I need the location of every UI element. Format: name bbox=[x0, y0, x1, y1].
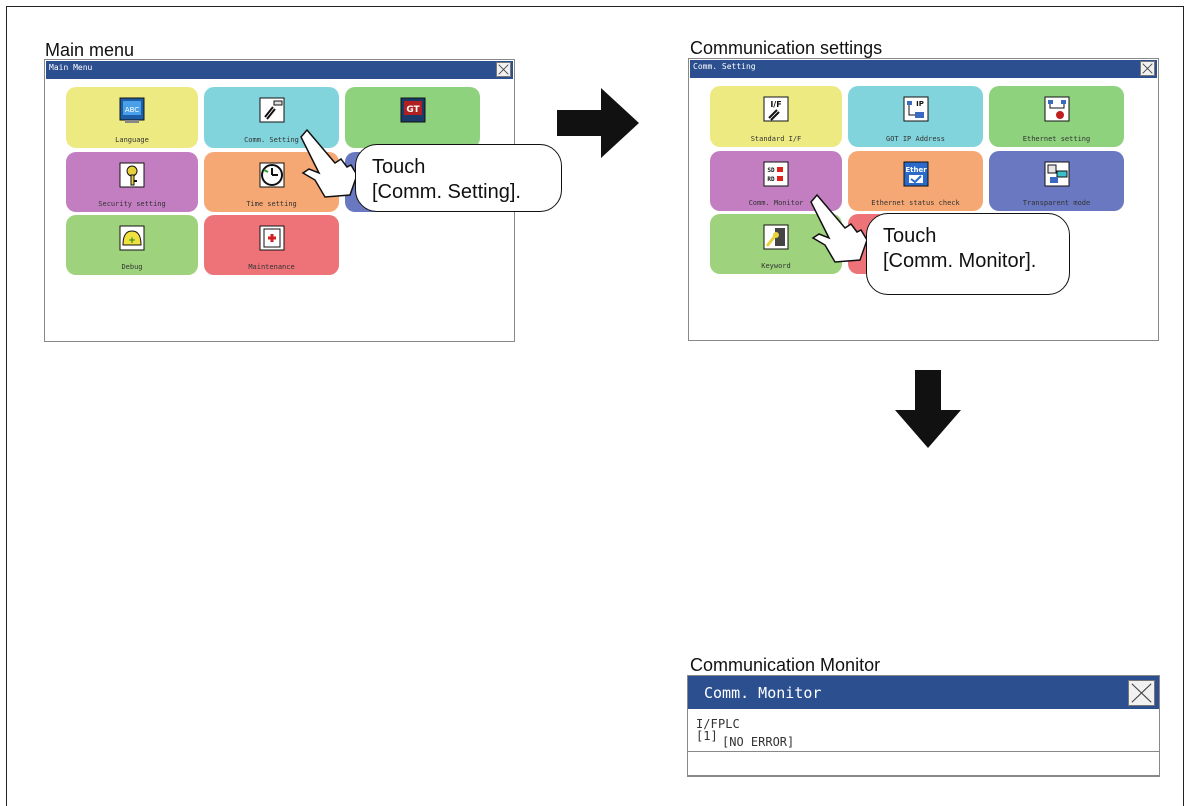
tile-label: Security setting bbox=[98, 200, 166, 208]
callout-line1: Touch bbox=[883, 225, 937, 247]
main-menu-caption: Main menu bbox=[45, 40, 135, 60]
tile-label: Transparent mode bbox=[1022, 199, 1091, 207]
comm-monitor-caption: Communication Monitor bbox=[690, 655, 881, 675]
tile-language[interactable]: ABC Language bbox=[66, 87, 198, 148]
comm-settings-titlebar: Comm. Setting bbox=[690, 60, 1157, 78]
tile-maintenance[interactable]: Maintenance bbox=[204, 215, 339, 275]
callout-comm-monitor: Touch [Comm. Monitor]. bbox=[866, 213, 1070, 295]
ethernet-setting-icon bbox=[1044, 96, 1069, 122]
tile-label: Debug bbox=[121, 263, 143, 271]
close-button[interactable] bbox=[1140, 61, 1155, 76]
main-menu-titlebar: Main Menu bbox=[46, 61, 513, 79]
right-arrow-icon bbox=[557, 88, 639, 158]
comm-settings-caption: Communication settings bbox=[690, 38, 883, 58]
close-icon bbox=[1142, 63, 1153, 74]
down-arrow-icon bbox=[895, 370, 961, 448]
svg-text:I/F: I/F bbox=[770, 100, 781, 109]
clock-icon bbox=[259, 162, 284, 188]
ethernet-icon: Ether bbox=[903, 161, 928, 187]
callout-comm-setting: Touch [Comm. Setting]. bbox=[355, 144, 562, 212]
callout-line2: [Comm. Setting]. bbox=[372, 181, 521, 203]
main-menu-title: Main Menu bbox=[49, 63, 93, 72]
maintenance-icon bbox=[259, 225, 284, 251]
svg-text:+: + bbox=[128, 236, 136, 246]
tile-label: GOT IP Address bbox=[885, 135, 945, 143]
if-name: PLC bbox=[718, 717, 740, 731]
svg-text:ABC: ABC bbox=[125, 106, 139, 114]
svg-text:GT: GT bbox=[406, 105, 420, 115]
got-display-icon: GT bbox=[400, 97, 425, 123]
comm-settings-screen: Comm. Setting I/F Standard I/F IP GOT IP… bbox=[688, 58, 1159, 341]
svg-text:RD: RD bbox=[767, 176, 775, 183]
if-number: [1] bbox=[696, 729, 718, 743]
transparent-mode-icon bbox=[1044, 161, 1069, 187]
hand-pointer-icon bbox=[810, 193, 868, 263]
tile-got-display[interactable]: GT bbox=[345, 87, 480, 148]
callout-line1: Touch bbox=[372, 156, 426, 178]
tile-got-ip-address[interactable]: IP GOT IP Address bbox=[848, 86, 983, 147]
svg-text:SD: SD bbox=[767, 167, 775, 174]
helmet-icon: + bbox=[119, 225, 145, 251]
sd-rd-icon: SD RD bbox=[763, 161, 789, 187]
comm-settings-title: Comm. Setting bbox=[693, 62, 756, 71]
tile-label: Language bbox=[115, 136, 149, 144]
svg-text:IP: IP bbox=[916, 100, 924, 108]
ip-address-icon: IP bbox=[903, 96, 928, 122]
tile-label: Standard I/F bbox=[750, 135, 802, 143]
language-abc-icon: ABC bbox=[119, 97, 145, 123]
tile-label: Ethernet setting bbox=[1022, 135, 1091, 143]
callout-line2: [Comm. Monitor]. bbox=[883, 250, 1037, 272]
comm-monitor-body-area: I/F [1] PLC [NO ERROR] bbox=[688, 709, 1159, 751]
comm-setting-icon bbox=[259, 97, 284, 123]
keyword-icon bbox=[763, 224, 789, 250]
close-button[interactable] bbox=[496, 62, 511, 77]
tile-transparent-mode[interactable]: Transparent mode bbox=[989, 151, 1124, 211]
close-icon bbox=[498, 64, 509, 75]
tile-ethernet-setting[interactable]: Ethernet setting bbox=[989, 86, 1124, 147]
tile-label: Time setting bbox=[246, 200, 297, 208]
tile-debug[interactable]: + Debug bbox=[66, 215, 198, 275]
tile-standard-if[interactable]: I/F Standard I/F bbox=[710, 86, 842, 147]
standard-if-icon: I/F bbox=[763, 96, 789, 122]
comm-monitor-title: Comm. Monitor bbox=[704, 684, 822, 702]
close-button[interactable] bbox=[1128, 680, 1155, 706]
svg-text:Ether: Ether bbox=[905, 166, 927, 174]
key-icon bbox=[119, 162, 145, 188]
tile-label: Maintenance bbox=[248, 263, 295, 271]
if-status: [NO ERROR] bbox=[722, 735, 795, 749]
close-icon bbox=[1131, 683, 1152, 703]
tile-security-setting[interactable]: Security setting bbox=[66, 152, 198, 212]
